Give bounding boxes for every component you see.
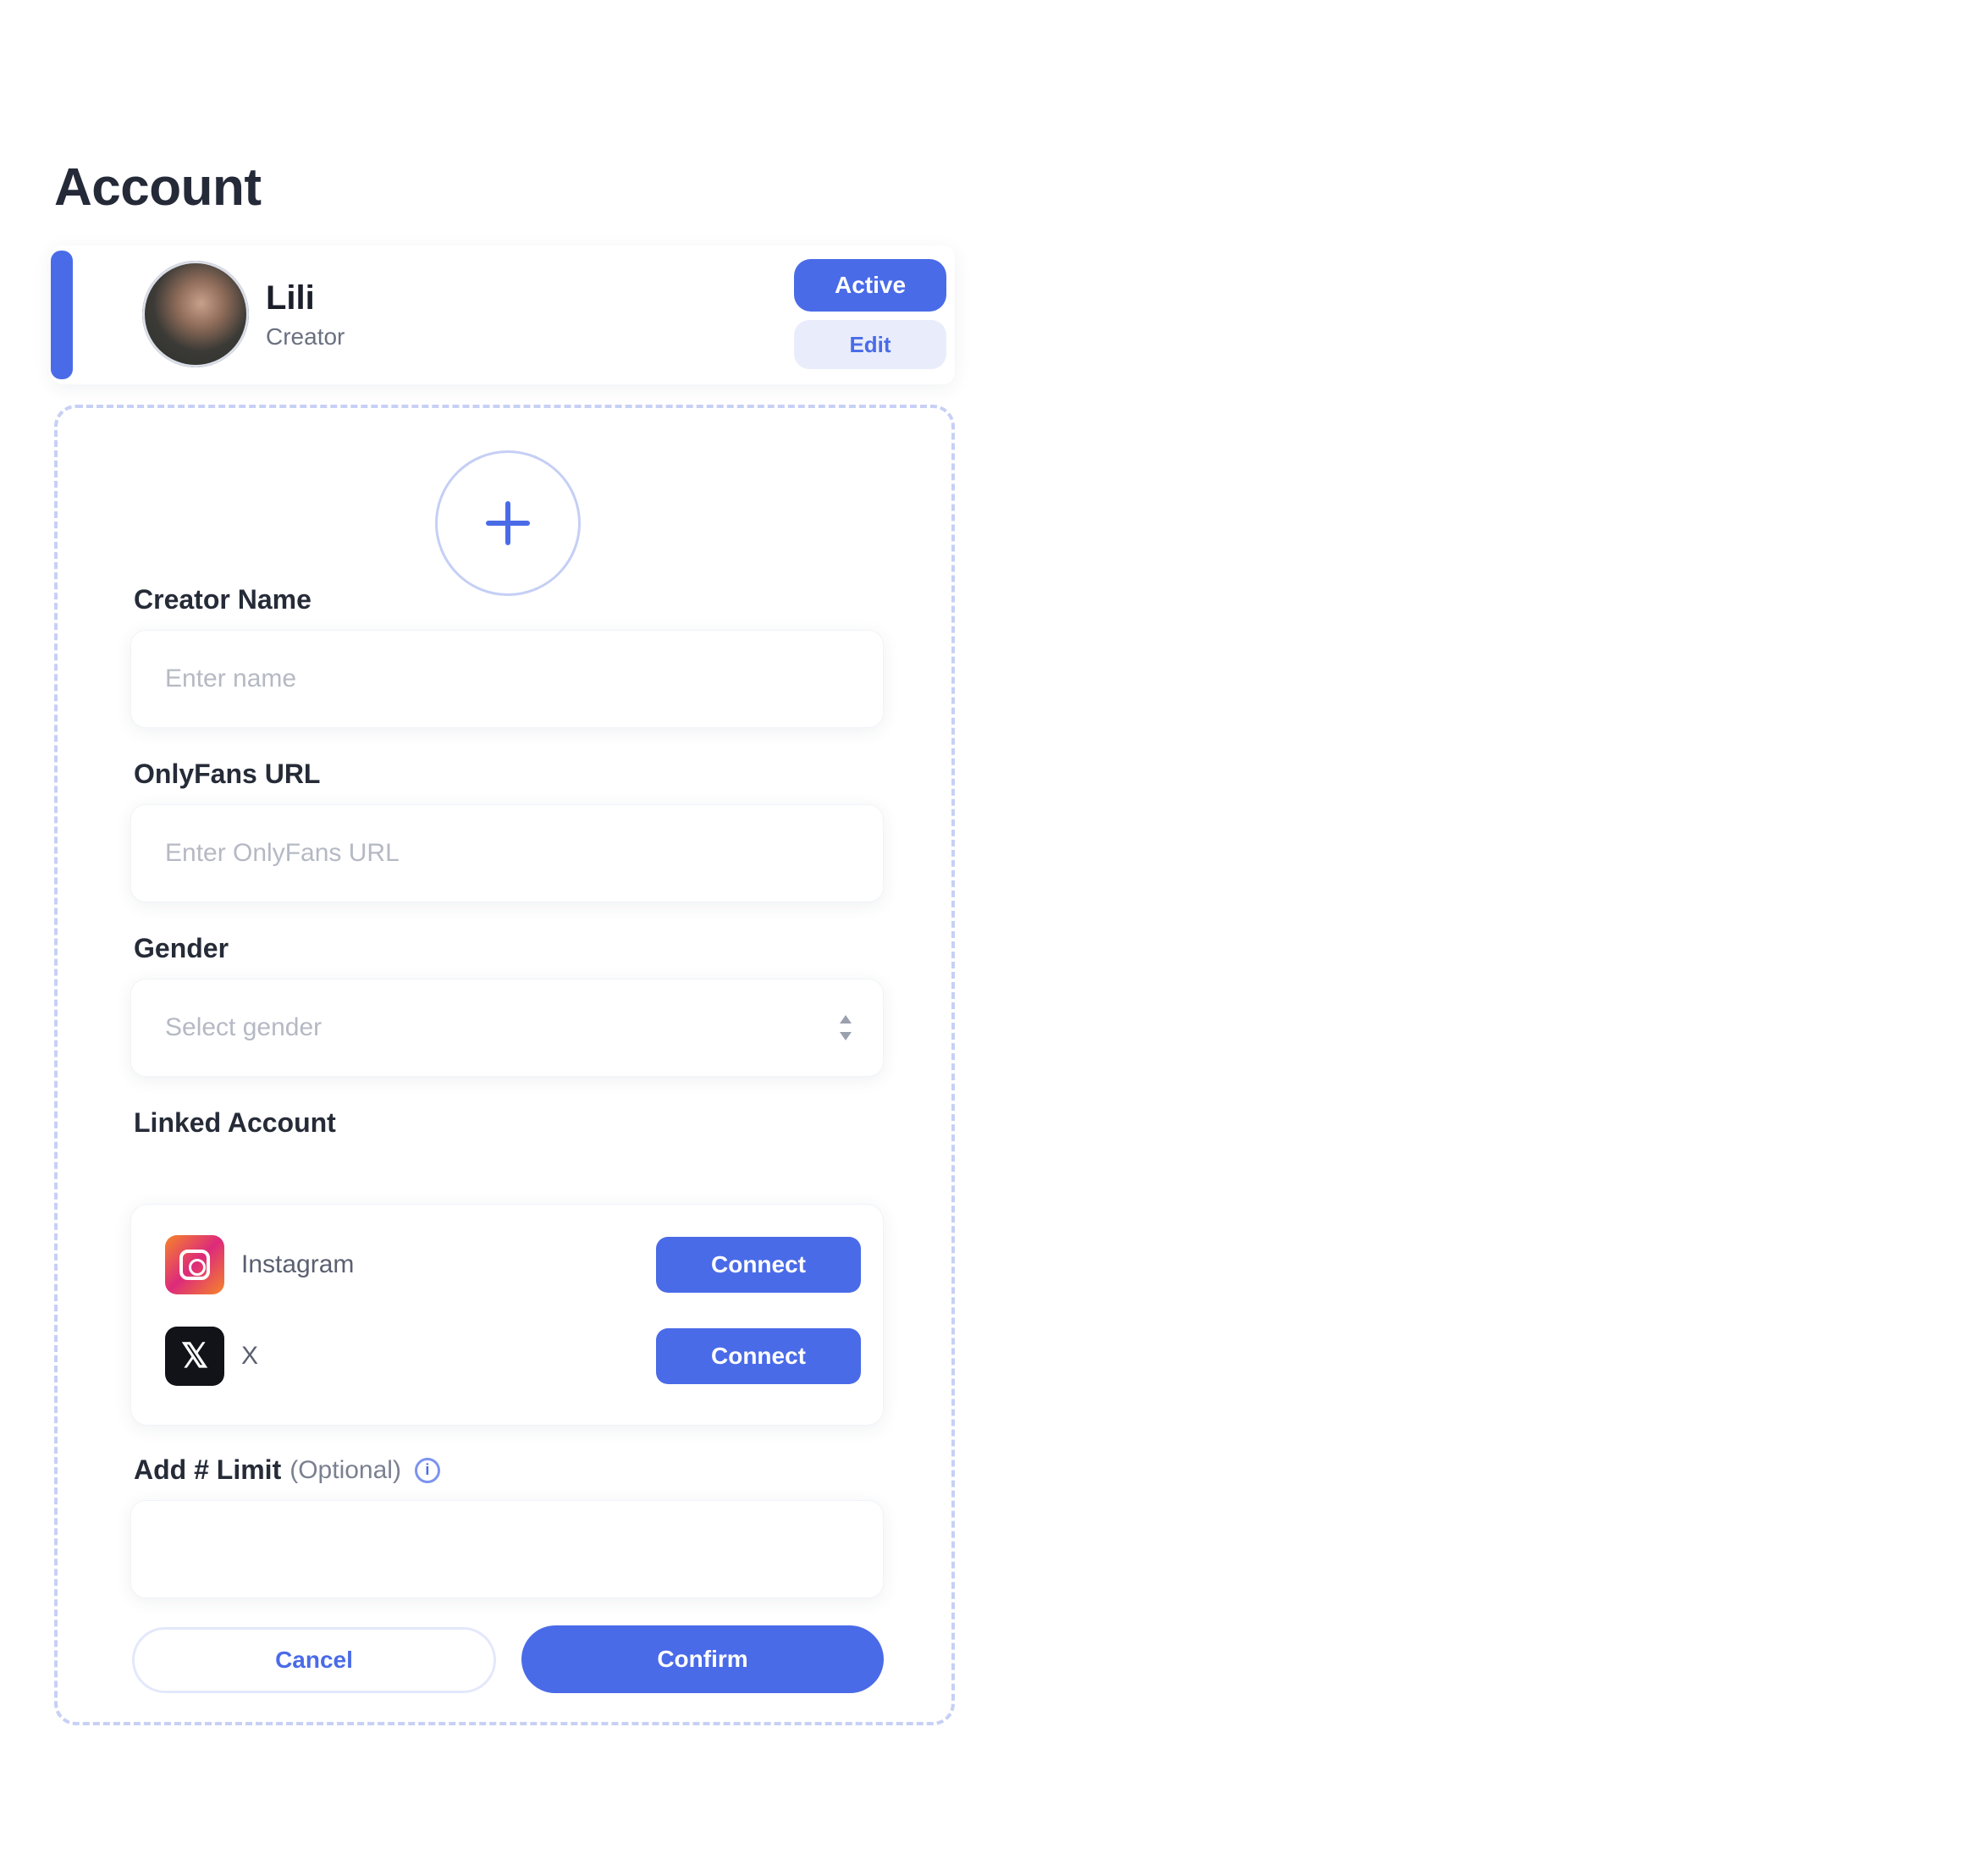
edit-button[interactable]: Edit: [794, 320, 946, 369]
tag-limit-field[interactable]: [130, 1500, 884, 1598]
chevron-updown-icon: [839, 1012, 852, 1046]
profile-role: Creator: [266, 323, 345, 350]
instagram-icon: [165, 1235, 224, 1294]
tag-limit-label-text: Add # Limit: [134, 1454, 282, 1485]
linked-account-row-instagram: Instagram Connect: [165, 1233, 861, 1296]
profile-name: Lili: [266, 279, 315, 317]
optional-hint: (Optional): [289, 1455, 401, 1484]
onlyfans-url-field[interactable]: [130, 804, 884, 902]
connect-instagram-button[interactable]: Connect: [656, 1237, 861, 1293]
confirm-button[interactable]: Confirm: [521, 1625, 884, 1693]
linked-account-name: Instagram: [241, 1250, 355, 1278]
linked-account-list: Instagram Connect 𝕏 X Connect: [130, 1204, 884, 1426]
gender-select-placeholder: Select gender: [165, 1013, 323, 1041]
linked-account-row-x: 𝕏 X Connect: [165, 1325, 861, 1388]
avatar: [142, 261, 249, 367]
creator-form: Creator Name OnlyFans URL Gender Select …: [54, 405, 955, 1725]
active-button[interactable]: Active: [794, 259, 946, 312]
connect-x-button[interactable]: Connect: [656, 1328, 861, 1384]
gender-select[interactable]: Select gender: [130, 979, 884, 1077]
creator-name-input[interactable]: [131, 631, 883, 727]
tag-limit-label: Add # Limit (Optional) i: [134, 1454, 440, 1486]
onlyfans-url-label: OnlyFans URL: [134, 759, 321, 789]
tag-limit-input[interactable]: [131, 1501, 883, 1597]
profile-card[interactable]: Lili Creator Active Edit: [51, 246, 955, 384]
x-icon: 𝕏: [165, 1327, 224, 1386]
linked-account-name: X: [241, 1342, 259, 1370]
onlyfans-url-input[interactable]: [131, 805, 883, 902]
gender-label: Gender: [134, 933, 229, 963]
account-page: Account Lili Creator Active Edit Creator…: [0, 0, 1974, 1876]
info-icon[interactable]: i: [414, 1457, 440, 1483]
creator-name-label: Creator Name: [134, 584, 312, 615]
plus-icon: [486, 501, 530, 545]
creator-name-field[interactable]: [130, 630, 884, 728]
add-photo-button[interactable]: [435, 450, 581, 596]
cancel-button[interactable]: Cancel: [132, 1627, 496, 1693]
page-title: Account: [54, 158, 262, 217]
linked-account-label: Linked Account: [134, 1107, 336, 1138]
profile-selected-indicator: [51, 251, 73, 379]
